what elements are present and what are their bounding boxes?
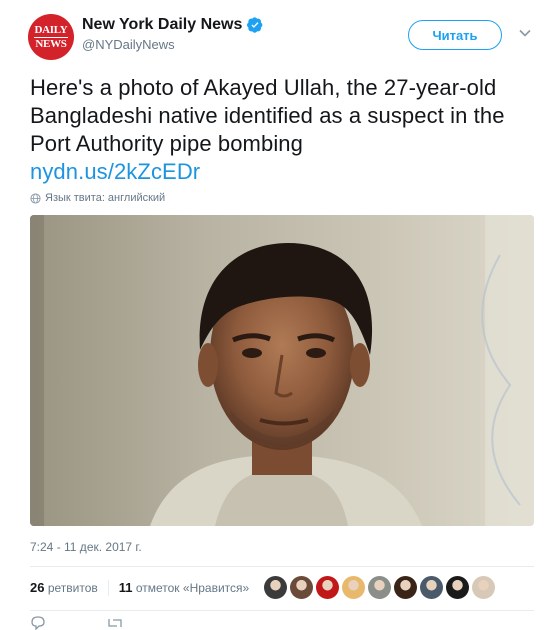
retweets-count: 26: [30, 580, 45, 595]
chevron-down-icon[interactable]: [518, 26, 532, 40]
reply-icon[interactable]: [30, 616, 46, 630]
divider: [30, 566, 534, 567]
tweet-link[interactable]: nydn.us/2kZcEDr: [30, 159, 200, 184]
liker-avatar[interactable]: [446, 576, 469, 599]
tweet-actions: [30, 616, 124, 630]
tweet-photo[interactable]: [30, 215, 534, 526]
follow-button[interactable]: Читать: [408, 20, 502, 50]
retweets-label: ретвитов: [47, 581, 98, 595]
globe-icon: [30, 192, 41, 204]
liker-avatar[interactable]: [342, 576, 365, 599]
tweet-stats: 26 ретвитов 11 отметок «Нравится»: [30, 580, 249, 596]
account-handle[interactable]: @NYDailyNews: [82, 37, 263, 52]
stats-separator: [107, 580, 109, 596]
liker-avatar[interactable]: [472, 576, 495, 599]
suspect-portrait-image: [30, 215, 534, 526]
liker-avatars: [264, 576, 495, 599]
likes-count: 11: [118, 580, 133, 595]
divider: [30, 610, 534, 611]
liker-avatar[interactable]: [420, 576, 443, 599]
liker-avatar[interactable]: [316, 576, 339, 599]
retweet-icon[interactable]: [106, 616, 124, 630]
language-note-text: Язык твита: английский: [45, 192, 166, 204]
verified-badge-icon: [247, 17, 263, 33]
avatar-text-news: NEWS: [35, 37, 67, 50]
avatar-text-daily: DAILY: [34, 23, 68, 36]
likes-stat[interactable]: 11 отметок «Нравится»: [119, 580, 249, 596]
liker-avatar[interactable]: [290, 576, 313, 599]
tweet-header: DAILY NEWS New York Daily News @NYDailyN…: [28, 12, 540, 60]
tweet-language-note: Язык твита: английский: [30, 192, 165, 204]
account-name-block[interactable]: New York Daily News @NYDailyNews: [82, 16, 263, 52]
tweet-text: Here's a photo of Akayed Ullah, the 27-y…: [30, 74, 530, 186]
likes-label: отметок «Нравится»: [135, 581, 250, 595]
account-name[interactable]: New York Daily News: [82, 16, 242, 34]
liker-avatar[interactable]: [394, 576, 417, 599]
retweets-stat[interactable]: 26 ретвитов: [30, 580, 98, 596]
tweet-body: Here's a photo of Akayed Ullah, the 27-y…: [30, 75, 505, 156]
liker-avatar[interactable]: [368, 576, 391, 599]
account-avatar[interactable]: DAILY NEWS: [28, 14, 74, 60]
tweet-timestamp[interactable]: 7:24 - 11 дек. 2017 г.: [30, 540, 142, 554]
liker-avatar[interactable]: [264, 576, 287, 599]
